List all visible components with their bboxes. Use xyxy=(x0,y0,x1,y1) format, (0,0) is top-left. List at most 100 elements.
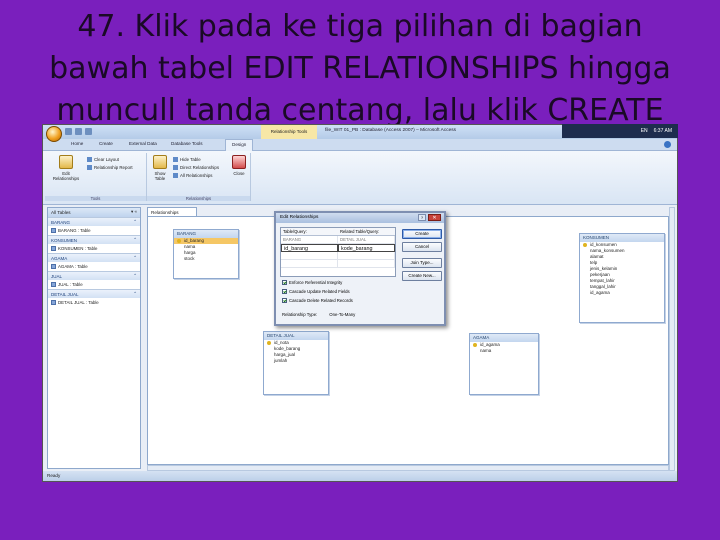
dialog-close-button[interactable]: ✕ xyxy=(428,214,441,221)
vertical-scrollbar[interactable] xyxy=(669,207,675,471)
nav-group-label: AGAMA xyxy=(51,256,68,261)
column-table-query: Table/Query: xyxy=(283,229,307,234)
grid-empty-row[interactable] xyxy=(281,260,395,268)
status-bar: Ready xyxy=(43,471,677,481)
nav-item-label: JUAL : Table xyxy=(58,282,83,287)
relationship-report-button[interactable]: Relationship Report xyxy=(87,165,133,170)
nav-item-jual[interactable]: JUAL : Table xyxy=(48,280,140,289)
relationship-report-label: Relationship Report xyxy=(94,165,133,170)
enforce-referential-integrity-checkbox[interactable] xyxy=(282,280,287,285)
nav-header[interactable]: All Tables ▾ « xyxy=(48,208,140,217)
table-box-barang[interactable]: BARANG id_barang nama harga stock xyxy=(173,229,239,279)
direct-relationships-button[interactable]: Direct Relationships xyxy=(173,165,219,170)
nav-item-barang[interactable]: BARANG : Table xyxy=(48,226,140,235)
nav-group-agama[interactable]: AGAMA ⌃ xyxy=(48,253,140,262)
show-table-button[interactable]: Show Table xyxy=(149,155,171,181)
tab-external-data[interactable]: External Data xyxy=(129,141,157,146)
navigation-pane: All Tables ▾ « BARANG ⌃ BARANG : Table KO… xyxy=(47,207,141,469)
right-field-select[interactable]: kode_barang xyxy=(338,244,395,252)
nav-item-konsumen[interactable]: KONSUMEN : Table xyxy=(48,244,140,253)
context-tab-relationship-tools: Relationship Tools xyxy=(261,125,317,139)
left-field-select[interactable]: id_barang xyxy=(281,244,338,252)
relationships-group-label: Relationships xyxy=(147,196,250,201)
nav-item-agama[interactable]: AGAMA : Table xyxy=(48,262,140,271)
grid-field-row: id_barang kode_barang xyxy=(281,244,395,252)
tab-relationships-document[interactable]: Relationships xyxy=(147,207,197,216)
related-table-name-select[interactable]: DETAIL JUAL xyxy=(338,236,395,243)
table-icon xyxy=(51,300,56,305)
close-label: Close xyxy=(233,171,245,176)
field-nama[interactable]: nama xyxy=(470,348,538,354)
tab-design[interactable]: Design xyxy=(225,139,254,151)
tab-home[interactable]: Home xyxy=(71,141,83,146)
language-indicator[interactable]: EN xyxy=(641,128,648,134)
grid-empty-row[interactable] xyxy=(281,252,395,260)
nav-group-barang[interactable]: BARANG ⌃ xyxy=(48,217,140,226)
clear-layout-button[interactable]: Clear Layout xyxy=(87,157,119,162)
nav-group-label: DETAIL JUAL xyxy=(51,292,79,297)
cascade-update-checkbox[interactable] xyxy=(282,289,287,294)
chevron-up-icon: ⌃ xyxy=(133,237,137,242)
edit-relationships-button[interactable]: Edit Relationships xyxy=(49,155,83,181)
undo-icon[interactable] xyxy=(75,128,82,135)
cascade-delete-label: Cascade Delete Related Records xyxy=(289,298,353,303)
office-button[interactable] xyxy=(46,126,62,142)
enforce-referential-integrity-option[interactable]: Enforce Referential Integrity xyxy=(282,280,342,285)
cancel-button[interactable]: Cancel xyxy=(402,242,442,252)
create-new-button[interactable]: Create New... xyxy=(402,271,442,281)
grid-table-names-row: BARANG DETAIL JUAL xyxy=(281,236,395,244)
field-id-agama[interactable]: id_agama xyxy=(580,290,664,296)
dialog-help-button[interactable]: ? xyxy=(418,214,426,221)
grid-header: Table/Query: Related Table/Query: xyxy=(281,228,395,236)
relationship-type: Relationship Type: One-To-Many xyxy=(282,312,355,317)
field-stock[interactable]: stock xyxy=(174,256,238,262)
tab-database-tools[interactable]: Database Tools xyxy=(171,141,203,146)
nav-group-detail-jual[interactable]: DETAIL JUAL ⌃ xyxy=(48,289,140,298)
quick-access-toolbar xyxy=(65,128,92,135)
join-type-button[interactable]: Join Type... xyxy=(402,258,442,268)
close-icon xyxy=(232,155,246,169)
nav-item-label: AGAMA : Table xyxy=(58,264,88,269)
field-jumlah[interactable]: jumlah xyxy=(264,358,328,364)
table-name-select[interactable]: BARANG xyxy=(281,236,338,243)
redo-icon[interactable] xyxy=(85,128,92,135)
table-icon xyxy=(51,228,56,233)
relationship-type-label: Relationship Type: xyxy=(282,312,318,317)
all-relationships-label: All Relationships xyxy=(180,173,213,178)
table-box-konsumen[interactable]: KONSUMEN id_konsumen nama_konsumen alama… xyxy=(579,233,665,323)
edit-relationships-label: Edit Relationships xyxy=(52,171,80,181)
nav-group-label: BARANG xyxy=(51,220,71,225)
dialog-title-bar[interactable]: Edit Relationships ? ✕ xyxy=(276,213,444,223)
nav-item-detail-jual[interactable]: DETAIL JUAL : Table xyxy=(48,298,140,307)
nav-group-jual[interactable]: JUAL ⌃ xyxy=(48,271,140,280)
chevron-up-icon: ⌃ xyxy=(133,255,137,260)
nav-item-label: BARANG : Table xyxy=(58,228,91,233)
cascade-delete-option[interactable]: Cascade Delete Related Records xyxy=(282,298,353,303)
hide-table-button[interactable]: Hide Table xyxy=(173,157,201,162)
table-box-title: BARANG xyxy=(174,230,238,238)
table-box-detail-jual[interactable]: DETAIL JUAL id_nota kode_barang harga_ju… xyxy=(263,331,329,395)
nav-collapse-icon[interactable]: ▾ « xyxy=(131,209,137,215)
tools-group-label: Tools xyxy=(45,196,146,201)
cascade-update-option[interactable]: Cascade Update Related Fields xyxy=(282,289,350,294)
help-icon[interactable] xyxy=(664,141,671,148)
table-box-agama[interactable]: AGAMA id_agama nama xyxy=(469,333,539,395)
relationship-type-value: One-To-Many xyxy=(329,312,356,317)
field-mapping-grid: Table/Query: Related Table/Query: BARANG… xyxy=(280,227,396,277)
table-icon xyxy=(51,246,56,251)
chevron-up-icon: ⌃ xyxy=(133,273,137,278)
save-icon[interactable] xyxy=(65,128,72,135)
clock: 6:37 AM xyxy=(653,128,672,134)
create-button[interactable]: Create xyxy=(402,229,442,239)
show-table-icon xyxy=(153,155,167,169)
chevron-up-icon: ⌃ xyxy=(133,291,137,296)
system-tray: EN 6:37 AM xyxy=(562,124,678,138)
show-table-label: Show Table xyxy=(154,171,166,181)
cascade-delete-checkbox[interactable] xyxy=(282,298,287,303)
tab-create[interactable]: Create xyxy=(99,141,113,146)
table-box-title: KONSUMEN xyxy=(580,234,664,242)
all-relationships-button[interactable]: All Relationships xyxy=(173,173,212,178)
close-relationships-button[interactable]: Close xyxy=(229,155,249,176)
table-icon xyxy=(51,282,56,287)
nav-group-konsumen[interactable]: KONSUMEN ⌃ xyxy=(48,235,140,244)
